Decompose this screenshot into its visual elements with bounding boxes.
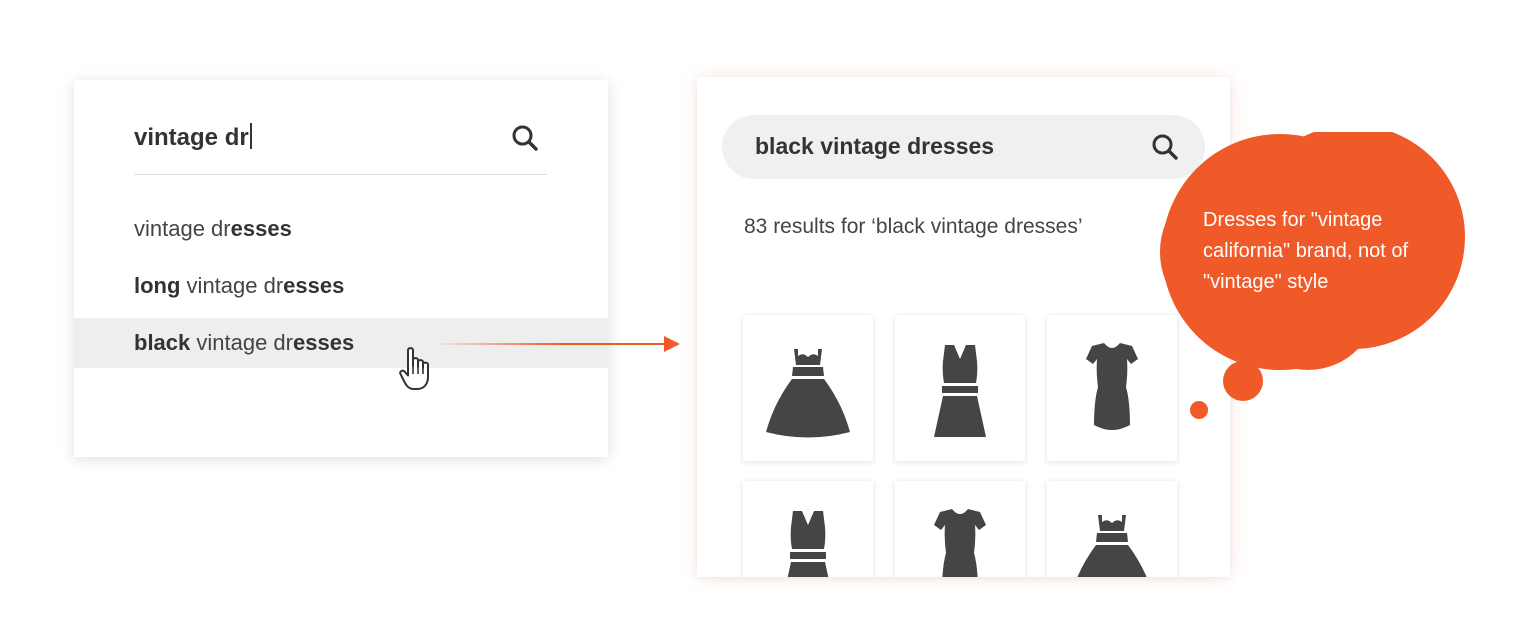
results-count: 83 results for ‘black vintage dresses’ <box>744 215 1083 238</box>
pointer-hand-icon <box>398 346 436 397</box>
product-card[interactable] <box>743 315 873 461</box>
search-icon[interactable] <box>507 120 543 156</box>
dress-bodycon-icon <box>1086 343 1138 430</box>
suggestion-match: vintage dr <box>180 273 284 298</box>
suggestion-match: vintage dr <box>190 330 293 355</box>
search-field-row[interactable]: vintage dr <box>134 120 547 175</box>
product-card[interactable] <box>743 481 873 577</box>
suggestion-prefix: long <box>134 273 181 298</box>
product-card[interactable] <box>895 481 1025 577</box>
suggestion-prefix: black <box>134 330 191 355</box>
suggestion-completion: esses <box>230 216 292 241</box>
search-input[interactable]: vintage dr <box>134 123 252 152</box>
search-bar[interactable]: black vintage dresses <box>722 115 1205 179</box>
thought-bubble-text: Dresses for "vintage california" brand, … <box>1203 209 1408 293</box>
suggestion-item[interactable]: vintage dresses <box>74 204 608 254</box>
arrow-line <box>432 343 670 345</box>
results-panel: black vintage dresses 83 results for ‘bl… <box>697 77 1230 577</box>
suggestion-completion: esses <box>293 330 355 355</box>
arrow-head-icon <box>664 336 680 352</box>
dress-vneck-belted-icon <box>787 511 829 577</box>
suggestion-match: vintage dr <box>134 216 231 241</box>
text-caret <box>249 123 252 149</box>
dress-sweetheart-flare-icon <box>766 349 850 438</box>
thought-dot-large <box>1223 361 1263 401</box>
suggestion-item[interactable]: long vintage dresses <box>74 261 608 311</box>
thought-dot-small <box>1190 401 1208 419</box>
dress-bodycon-icon <box>934 509 986 577</box>
product-card[interactable] <box>1047 481 1177 577</box>
product-card[interactable] <box>895 315 1025 461</box>
autocomplete-panel: vintage dr vintage dresses long vintage … <box>74 80 608 457</box>
search-query[interactable]: black vintage dresses <box>755 133 994 160</box>
suggestion-list: vintage dresses long vintage dresses bla… <box>74 204 608 375</box>
dress-vneck-belted-icon <box>934 345 986 437</box>
dress-sweetheart-flare-icon <box>1077 515 1147 577</box>
suggestion-completion: esses <box>283 273 345 298</box>
